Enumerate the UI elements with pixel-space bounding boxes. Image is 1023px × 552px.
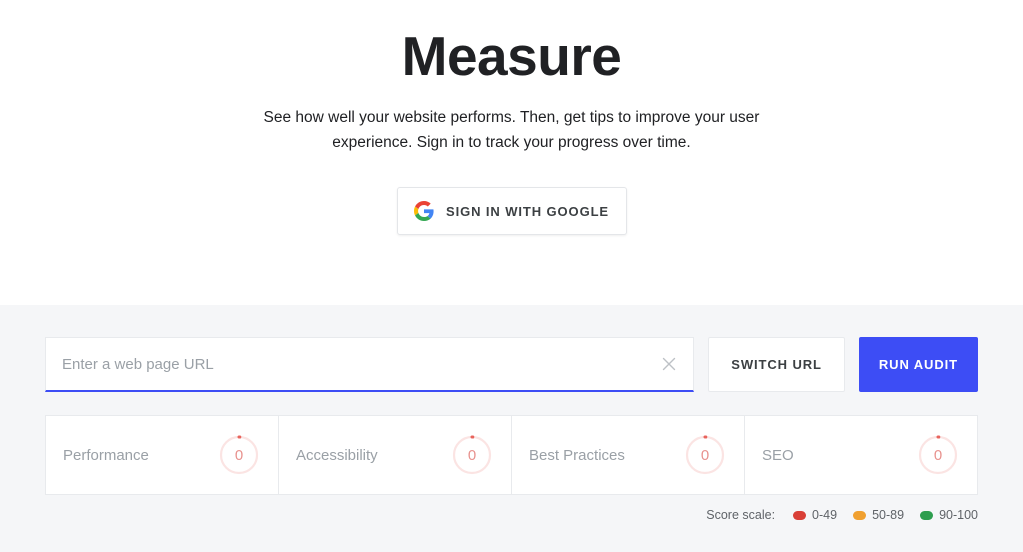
audit-section: SWITCH URL RUN AUDIT Performance 0 Acces…	[0, 305, 1023, 552]
score-card-label: Performance	[63, 446, 149, 464]
score-scale-label: Score scale:	[706, 508, 776, 522]
score-gauge: 0	[218, 434, 260, 476]
score-card-accessibility[interactable]: Accessibility 0	[279, 416, 512, 494]
url-input[interactable]	[62, 355, 650, 373]
score-scale-legend: Score scale: 0-49 50-89 90-100	[45, 508, 978, 522]
audit-controls-row: SWITCH URL RUN AUDIT	[45, 305, 978, 392]
google-g-icon	[414, 201, 434, 222]
legend-range-label: 50-89	[872, 508, 905, 522]
score-value: 0	[467, 446, 477, 464]
score-gauge: 0	[684, 434, 726, 476]
score-value: 0	[234, 446, 244, 464]
score-value: 0	[933, 446, 943, 464]
legend-item-high: 90-100	[920, 508, 978, 522]
score-card-performance[interactable]: Performance 0	[46, 416, 279, 494]
hero-section: Measure See how well your website perfor…	[0, 0, 1023, 305]
score-card-seo[interactable]: SEO 0	[745, 416, 977, 494]
legend-item-low: 0-49	[793, 508, 837, 522]
score-value: 0	[700, 446, 710, 464]
hero-subtitle: See how well your website performs. Then…	[263, 108, 760, 151]
legend-item-medium: 50-89	[853, 508, 904, 522]
score-card-label: SEO	[762, 446, 794, 464]
legend-range-label: 0-49	[812, 508, 838, 522]
score-gauge: 0	[917, 434, 959, 476]
legend-dot-red	[793, 510, 807, 520]
score-gauge: 0	[451, 434, 493, 476]
score-card-label: Best Practices	[529, 446, 625, 464]
page-title: Measure	[401, 25, 622, 87]
score-cards: Performance 0 Accessibility 0 Best Pract…	[45, 415, 978, 495]
sign-in-button-label: SIGN IN WITH GOOGLE	[446, 203, 609, 219]
score-card-label: Accessibility	[296, 446, 378, 464]
switch-url-button[interactable]: SWITCH URL	[708, 337, 845, 392]
run-audit-button[interactable]: RUN AUDIT	[858, 337, 978, 392]
legend-dot-orange	[853, 510, 867, 520]
sign-in-with-google-button[interactable]: SIGN IN WITH GOOGLE	[396, 187, 627, 236]
url-input-wrapper[interactable]	[45, 337, 695, 392]
close-icon[interactable]	[659, 354, 679, 374]
score-card-best-practices[interactable]: Best Practices 0	[512, 416, 745, 494]
legend-range-label: 90-100	[939, 508, 978, 522]
legend-dot-green	[920, 510, 934, 520]
